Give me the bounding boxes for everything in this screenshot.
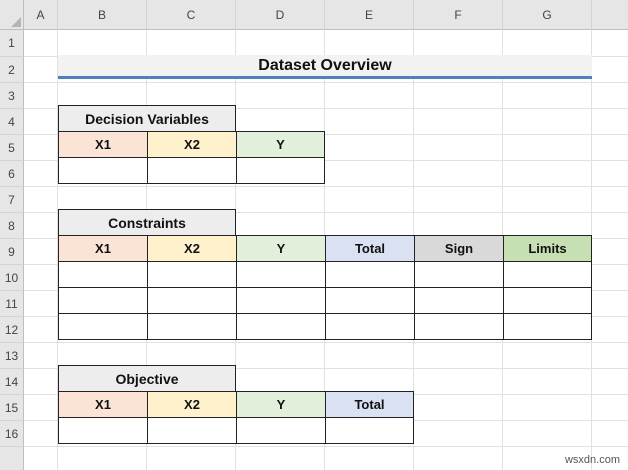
- column-header-e[interactable]: E: [325, 0, 414, 30]
- row-header-6[interactable]: 6: [0, 161, 24, 187]
- objective-value-x1[interactable]: [58, 417, 148, 444]
- constraints-cell[interactable]: [503, 287, 592, 314]
- constraints-cell[interactable]: [58, 287, 148, 314]
- constraints-cell[interactable]: [325, 287, 415, 314]
- constraints-cell[interactable]: [414, 287, 504, 314]
- objective-value-x2[interactable]: [147, 417, 237, 444]
- objective-header-y[interactable]: Y: [236, 391, 326, 418]
- constraints-cell[interactable]: [236, 313, 326, 340]
- row-header-overflow: [0, 447, 24, 470]
- constraints-cell[interactable]: [503, 261, 592, 288]
- decision-header-x2[interactable]: X2: [147, 131, 237, 158]
- constraints-cell[interactable]: [503, 313, 592, 340]
- row-header-3[interactable]: 3: [0, 83, 24, 109]
- row-header-2[interactable]: 2: [0, 57, 24, 83]
- decision-header-x1[interactable]: X1: [58, 131, 148, 158]
- constraints-cell[interactable]: [414, 313, 504, 340]
- objective-header-total[interactable]: Total: [325, 391, 414, 418]
- decision-value-y[interactable]: [236, 157, 325, 184]
- column-header-a[interactable]: A: [24, 0, 58, 30]
- decision-value-x2[interactable]: [147, 157, 237, 184]
- row-header-8[interactable]: 8: [0, 213, 24, 239]
- row-header-14[interactable]: 14: [0, 369, 24, 395]
- objective-header-x2[interactable]: X2: [147, 391, 237, 418]
- constraints-cell[interactable]: [236, 287, 326, 314]
- row-header-5[interactable]: 5: [0, 135, 24, 161]
- select-all-corner[interactable]: [0, 0, 24, 30]
- column-header-overflow: [592, 0, 628, 30]
- select-all-triangle-icon: [11, 17, 21, 27]
- row-header-7[interactable]: 7: [0, 187, 24, 213]
- column-header-b[interactable]: B: [58, 0, 147, 30]
- watermark: wsxdn.com: [564, 454, 620, 466]
- objective-label[interactable]: Objective: [58, 365, 236, 392]
- gridline: [24, 342, 628, 343]
- page-title[interactable]: Dataset Overview: [58, 55, 592, 79]
- constraints-label[interactable]: Constraints: [58, 209, 236, 236]
- constraints-cell[interactable]: [325, 261, 415, 288]
- constraints-header-x2[interactable]: X2: [147, 235, 237, 262]
- column-header-c[interactable]: C: [147, 0, 236, 30]
- gridline: [24, 82, 628, 83]
- constraints-cell[interactable]: [147, 261, 237, 288]
- constraints-cell[interactable]: [58, 261, 148, 288]
- constraints-cell[interactable]: [325, 313, 415, 340]
- constraints-header-y[interactable]: Y: [236, 235, 326, 262]
- constraints-cell[interactable]: [58, 313, 148, 340]
- gridline: [24, 186, 628, 187]
- constraints-cell[interactable]: [236, 261, 326, 288]
- column-header-g[interactable]: G: [503, 0, 592, 30]
- row-header-9[interactable]: 9: [0, 239, 24, 265]
- constraints-header-sign[interactable]: Sign: [414, 235, 504, 262]
- row-header-13[interactable]: 13: [0, 343, 24, 369]
- gridline: [24, 446, 628, 447]
- objective-header-x1[interactable]: X1: [58, 391, 148, 418]
- constraints-cell[interactable]: [147, 313, 237, 340]
- constraints-cell[interactable]: [147, 287, 237, 314]
- row-header-10[interactable]: 10: [0, 265, 24, 291]
- row-header-1[interactable]: 1: [0, 30, 24, 57]
- decision-header-y[interactable]: Y: [236, 131, 325, 158]
- row-header-4[interactable]: 4: [0, 109, 24, 135]
- decision-value-x1[interactable]: [58, 157, 148, 184]
- constraints-header-limits[interactable]: Limits: [503, 235, 592, 262]
- objective-value-y[interactable]: [236, 417, 326, 444]
- column-header-d[interactable]: D: [236, 0, 325, 30]
- decision-variables-label[interactable]: Decision Variables: [58, 105, 236, 132]
- column-header-f[interactable]: F: [414, 0, 503, 30]
- constraints-header-x1[interactable]: X1: [58, 235, 148, 262]
- row-header-12[interactable]: 12: [0, 317, 24, 343]
- row-header-16[interactable]: 16: [0, 421, 24, 447]
- objective-value-total[interactable]: [325, 417, 414, 444]
- constraints-header-total[interactable]: Total: [325, 235, 415, 262]
- row-header-15[interactable]: 15: [0, 395, 24, 421]
- constraints-cell[interactable]: [414, 261, 504, 288]
- row-header-11[interactable]: 11: [0, 291, 24, 317]
